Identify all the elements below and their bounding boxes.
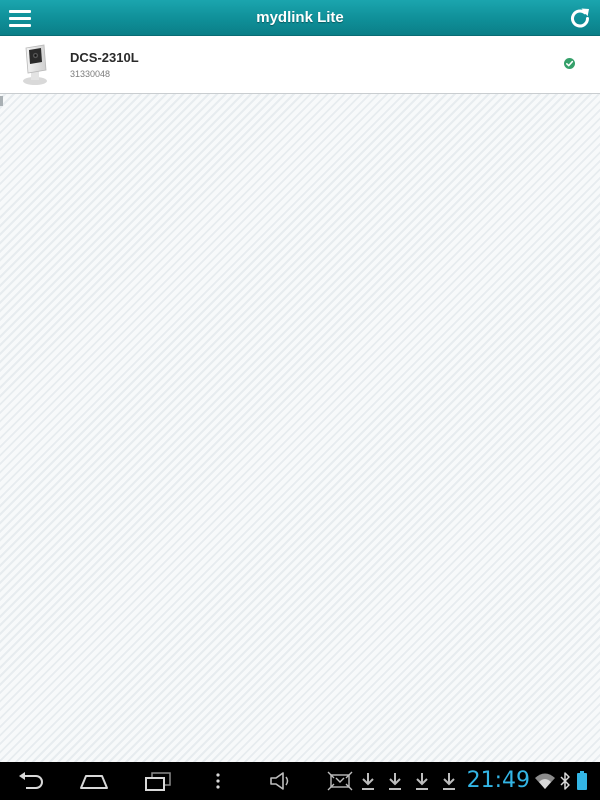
download-icon <box>416 773 428 790</box>
online-check-icon <box>564 58 575 69</box>
wifi-icon <box>535 773 555 789</box>
download-icon <box>443 773 455 790</box>
device-serial: 31330048 <box>70 69 111 79</box>
device-name: DCS-2310L <box>70 50 139 65</box>
page-title: mydlink Lite <box>256 9 344 26</box>
recent-apps-icon[interactable] <box>143 770 173 792</box>
refresh-icon[interactable] <box>568 6 592 30</box>
scroll-indicator <box>0 96 3 106</box>
battery-icon <box>577 771 587 790</box>
bluetooth-icon <box>560 772 570 790</box>
download-icon <box>362 773 374 790</box>
back-icon[interactable] <box>16 770 46 792</box>
overflow-menu-icon[interactable] <box>212 770 224 792</box>
home-icon[interactable] <box>78 770 110 792</box>
clock[interactable]: 21:49 <box>467 768 530 794</box>
device-list-area[interactable] <box>0 94 600 762</box>
app-title-bar: mydlink Lite <box>0 0 600 36</box>
device-list-item[interactable]: DCS-2310L 31330048 <box>0 36 600 94</box>
camera-icon <box>23 44 47 85</box>
download-icon <box>389 773 401 790</box>
volume-icon[interactable] <box>268 770 294 792</box>
screenshot-icon <box>327 771 353 791</box>
system-nav-bar: 21:49 <box>0 762 600 800</box>
